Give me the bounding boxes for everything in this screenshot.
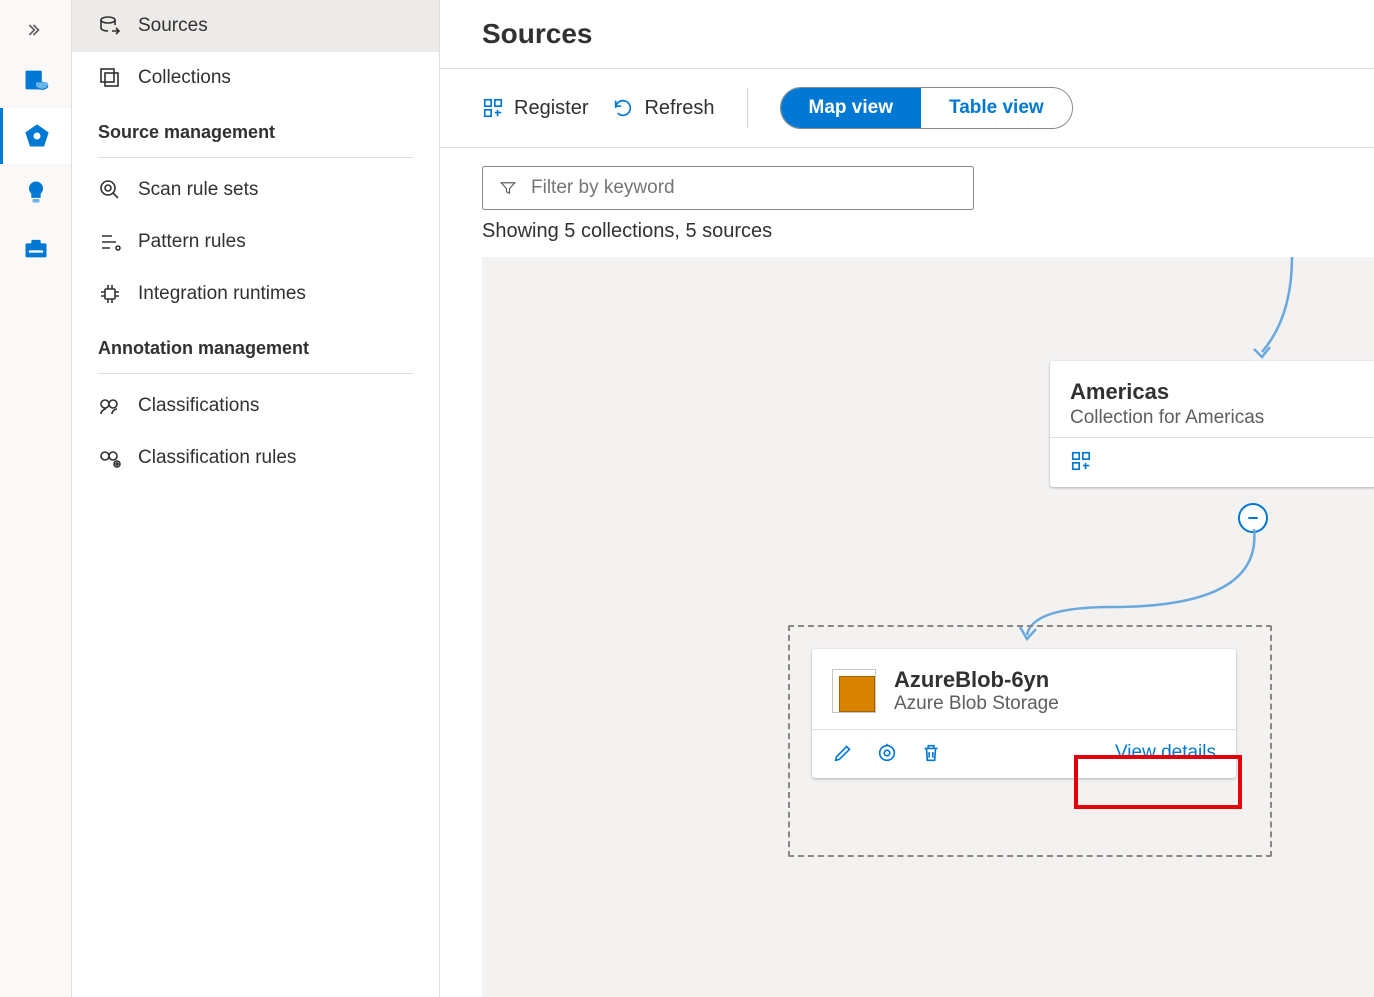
delete-icon[interactable] — [920, 742, 942, 764]
view-details-link[interactable]: View details — [1115, 742, 1216, 764]
classifications-icon — [98, 394, 122, 418]
refresh-label: Refresh — [644, 97, 714, 120]
source-subtitle: Azure Blob Storage — [894, 693, 1059, 715]
refresh-icon — [612, 97, 634, 119]
map-canvas[interactable]: Americas Collection for Americas AzureBl… — [482, 257, 1374, 997]
divider — [98, 373, 413, 374]
nav-pattern-rules[interactable]: Pattern rules — [72, 216, 439, 268]
nav-label: Pattern rules — [138, 231, 246, 253]
collections-icon — [98, 66, 122, 90]
collection-subtitle: Collection for Americas — [1070, 407, 1374, 429]
divider — [98, 157, 413, 158]
nav-integration-runtimes[interactable]: Integration runtimes — [72, 268, 439, 320]
scan-icon[interactable] — [876, 742, 898, 764]
filter-input-wrap[interactable] — [482, 166, 974, 210]
main-content: Sources Register Refresh Map view Table … — [440, 0, 1374, 997]
register-icon[interactable] — [1070, 450, 1092, 472]
source-title: AzureBlob-6yn — [894, 667, 1059, 693]
filter-row — [440, 148, 1374, 220]
table-view-toggle[interactable]: Table view — [921, 88, 1072, 128]
source-card-azureblob[interactable]: AzureBlob-6yn Azure Blob Storage View de… — [812, 649, 1236, 778]
classification-rules-icon — [98, 446, 122, 470]
status-text: Showing 5 collections, 5 sources — [440, 220, 1374, 257]
nav-classification-rules[interactable]: Classification rules — [72, 432, 439, 484]
sources-icon — [98, 14, 122, 38]
rail-data-map[interactable] — [0, 108, 71, 164]
nav-label: Classifications — [138, 395, 259, 417]
section-source-management: Source management — [72, 104, 439, 151]
nav-label: Collections — [138, 67, 231, 89]
register-label: Register — [514, 97, 588, 120]
nav-sources[interactable]: Sources — [72, 0, 439, 52]
register-icon — [482, 97, 504, 119]
rail-management[interactable] — [0, 220, 71, 276]
rail-insights[interactable] — [0, 164, 71, 220]
nav-label: Scan rule sets — [138, 179, 258, 201]
expand-nav-button[interactable] — [0, 8, 71, 52]
collapse-toggle[interactable] — [1238, 503, 1268, 533]
connector-line — [1222, 257, 1302, 367]
nav-label: Sources — [138, 15, 208, 37]
nav-scan-rule-sets[interactable]: Scan rule sets — [72, 164, 439, 216]
view-toggle: Map view Table view — [780, 87, 1073, 129]
edit-icon[interactable] — [832, 742, 854, 764]
nav-label: Integration runtimes — [138, 283, 306, 305]
nav-collections[interactable]: Collections — [72, 52, 439, 104]
icon-rail — [0, 0, 72, 997]
rail-catalog[interactable] — [0, 52, 71, 108]
separator — [747, 88, 748, 128]
pattern-icon — [98, 230, 122, 254]
side-panel: Sources Collections Source management Sc… — [72, 0, 440, 997]
refresh-button[interactable]: Refresh — [612, 97, 714, 120]
nav-label: Classification rules — [138, 447, 296, 469]
blob-storage-icon — [832, 669, 876, 713]
toolbar: Register Refresh Map view Table view — [440, 69, 1374, 148]
scan-icon — [98, 178, 122, 202]
register-button[interactable]: Register — [482, 97, 588, 120]
filter-input[interactable] — [531, 177, 957, 199]
filter-icon — [499, 179, 517, 197]
section-annotation-management: Annotation management — [72, 320, 439, 367]
page-title: Sources — [440, 0, 1374, 69]
nav-classifications[interactable]: Classifications — [72, 380, 439, 432]
collection-card-americas[interactable]: Americas Collection for Americas — [1050, 361, 1374, 487]
map-view-toggle[interactable]: Map view — [781, 88, 921, 128]
runtime-icon — [98, 282, 122, 306]
collection-title: Americas — [1070, 379, 1374, 405]
